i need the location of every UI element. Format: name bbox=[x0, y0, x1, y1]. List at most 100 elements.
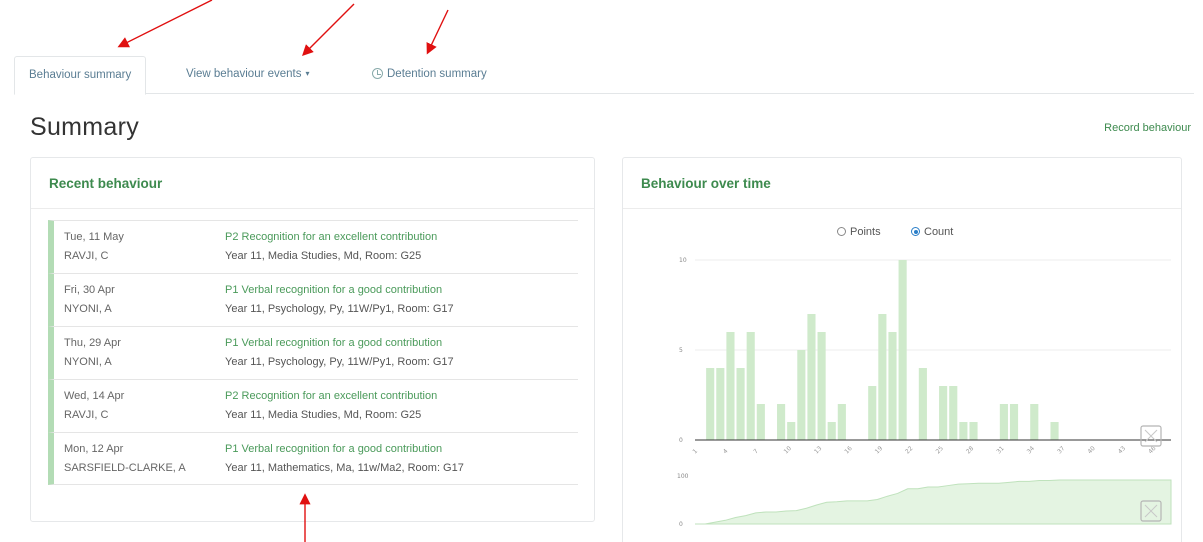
bar bbox=[959, 422, 968, 440]
bar bbox=[969, 422, 978, 440]
student-name: RAVJI, C bbox=[64, 250, 109, 262]
overview-y-tick-label: 0 bbox=[679, 521, 683, 528]
x-tick-label: 31 bbox=[995, 445, 1005, 455]
list-item[interactable]: Thu, 29 Apr NYONI, A P1 Verbal recognition… bbox=[48, 326, 578, 379]
annotation-arrow bbox=[426, 9, 449, 55]
x-tick-label: 4 bbox=[722, 448, 730, 456]
bar bbox=[827, 422, 836, 440]
y-tick-label: 0 bbox=[679, 437, 683, 444]
event-detail: Year 11, Media Studies, Md, Room: G25 bbox=[225, 409, 422, 421]
clock-icon bbox=[372, 68, 383, 79]
y-tick-label: 10 bbox=[679, 257, 687, 264]
event-date: Mon, 12 Apr bbox=[64, 443, 124, 455]
caret-down-icon: ▾ bbox=[305, 69, 310, 78]
event-link[interactable]: P1 Verbal recognition for a good contrib… bbox=[225, 440, 464, 459]
student-name: NYONI, A bbox=[64, 303, 112, 315]
student-name: SARSFIELD-CLARKE, A bbox=[64, 462, 186, 474]
bar bbox=[999, 404, 1008, 440]
bar bbox=[777, 404, 786, 440]
event-link[interactable]: P1 Verbal recognition for a good contrib… bbox=[225, 281, 454, 300]
x-tick-label: 28 bbox=[965, 445, 975, 455]
bar bbox=[787, 422, 796, 440]
x-tick-label: 13 bbox=[813, 445, 823, 455]
row-meta: Wed, 14 Apr RAVJI, C bbox=[64, 387, 124, 425]
x-tick-label: 43 bbox=[1117, 445, 1127, 455]
bar bbox=[939, 386, 948, 440]
row-content: P1 Verbal recognition for a good contrib… bbox=[225, 334, 454, 372]
bar bbox=[837, 404, 846, 440]
event-detail: Year 11, Media Studies, Md, Room: G25 bbox=[225, 250, 422, 262]
tab-label: Behaviour summary bbox=[29, 69, 132, 81]
x-tick-label: 25 bbox=[935, 445, 945, 455]
annotation-arrow bbox=[302, 3, 355, 56]
bar bbox=[949, 386, 958, 440]
tab-view-behaviour-events[interactable]: View behaviour events ▾ bbox=[172, 56, 324, 94]
bar bbox=[868, 386, 877, 440]
student-name: RAVJI, C bbox=[64, 409, 109, 421]
behaviour-over-time-panel: Behaviour over time Points Count 0 5 10 1 4 7… bbox=[622, 157, 1182, 542]
y-tick-label: 5 bbox=[679, 347, 683, 354]
bar bbox=[918, 368, 927, 440]
panel-title: Recent behaviour bbox=[31, 158, 594, 209]
page-title: Summary bbox=[30, 113, 140, 141]
x-tick-label: 40 bbox=[1086, 445, 1096, 455]
row-meta: Fri, 30 Apr NYONI, A bbox=[64, 281, 115, 319]
tab-behaviour-summary[interactable]: Behaviour summary bbox=[14, 56, 147, 95]
student-name: NYONI, A bbox=[64, 356, 112, 368]
row-meta: Thu, 29 Apr NYONI, A bbox=[64, 334, 121, 372]
bar bbox=[817, 332, 826, 440]
event-link[interactable]: P1 Verbal recognition for a good contrib… bbox=[225, 334, 454, 353]
event-date: Tue, 11 May bbox=[64, 231, 124, 243]
x-tick-label: 1 bbox=[691, 448, 699, 456]
bar bbox=[807, 314, 816, 440]
bar bbox=[888, 332, 897, 440]
bar bbox=[1030, 404, 1039, 440]
bar bbox=[716, 368, 725, 440]
x-tick-label: 16 bbox=[843, 445, 853, 455]
recent-behaviour-panel: Recent behaviour Tue, 11 May RAVJI, C P2 R… bbox=[30, 157, 595, 522]
annotation-arrow bbox=[117, 0, 213, 48]
overview-y-tick-label: 100 bbox=[677, 473, 689, 480]
list-item[interactable]: Mon, 12 Apr SARSFIELD-CLARKE, A P1 Verbal … bbox=[48, 432, 578, 485]
event-detail: Year 11, Mathematics, Ma, 11w/Ma2, Room:… bbox=[225, 462, 464, 474]
x-tick-label: 37 bbox=[1056, 445, 1066, 455]
row-content: P1 Verbal recognition for a good contrib… bbox=[225, 281, 454, 319]
x-tick-label: 19 bbox=[874, 445, 884, 455]
row-content: P2 Recognition for an excellent contribu… bbox=[225, 387, 437, 425]
list-item[interactable]: Wed, 14 Apr RAVJI, C P2 Recognition for an… bbox=[48, 379, 578, 432]
x-tick-label: 7 bbox=[752, 448, 760, 456]
x-tick-label: 10 bbox=[783, 445, 793, 455]
record-behaviour-link[interactable]: Record behaviour bbox=[1104, 122, 1191, 134]
list-item[interactable]: Fri, 30 Apr NYONI, A P1 Verbal recognition… bbox=[48, 273, 578, 326]
row-content: P2 Recognition for an excellent contribu… bbox=[225, 228, 437, 266]
tab-label: View behaviour events bbox=[186, 68, 302, 80]
event-link[interactable]: P2 Recognition for an excellent contribu… bbox=[225, 387, 437, 406]
bar bbox=[878, 314, 887, 440]
row-meta: Tue, 11 May RAVJI, C bbox=[64, 228, 124, 266]
x-tick-label: 34 bbox=[1026, 445, 1036, 455]
row-meta: Mon, 12 Apr SARSFIELD-CLARKE, A bbox=[64, 440, 186, 478]
bar bbox=[736, 368, 745, 440]
bar bbox=[756, 404, 765, 440]
bar bbox=[898, 260, 907, 440]
overview-area bbox=[695, 479, 1172, 525]
bar bbox=[797, 350, 806, 440]
bar bbox=[746, 332, 755, 440]
event-date: Thu, 29 Apr bbox=[64, 337, 121, 349]
event-detail: Year 11, Psychology, Py, 11W/Py1, Room: … bbox=[225, 356, 454, 368]
x-tick-label: 22 bbox=[904, 445, 914, 455]
bar bbox=[726, 332, 735, 440]
tab-label: Detention summary bbox=[387, 68, 487, 80]
tab-detention-summary[interactable]: Detention summary bbox=[358, 56, 501, 94]
bar bbox=[706, 368, 715, 440]
event-detail: Year 11, Psychology, Py, 11W/Py1, Room: … bbox=[225, 303, 454, 315]
event-date: Fri, 30 Apr bbox=[64, 284, 115, 296]
behaviour-list: Tue, 11 May RAVJI, C P2 Recognition for an… bbox=[48, 220, 578, 485]
tab-bar: Behaviour summary View behaviour events ▾… bbox=[14, 56, 1194, 95]
event-date: Wed, 14 Apr bbox=[64, 390, 125, 402]
bar bbox=[1009, 404, 1019, 440]
event-link[interactable]: P2 Recognition for an excellent contribu… bbox=[225, 228, 437, 247]
list-item[interactable]: Tue, 11 May RAVJI, C P2 Recognition for an… bbox=[48, 220, 578, 273]
behaviour-chart: 05101 4 7 10 13 16 19 22 25 28 31 34 37 40 43 460100 bbox=[677, 257, 1172, 528]
bar bbox=[1050, 422, 1059, 440]
